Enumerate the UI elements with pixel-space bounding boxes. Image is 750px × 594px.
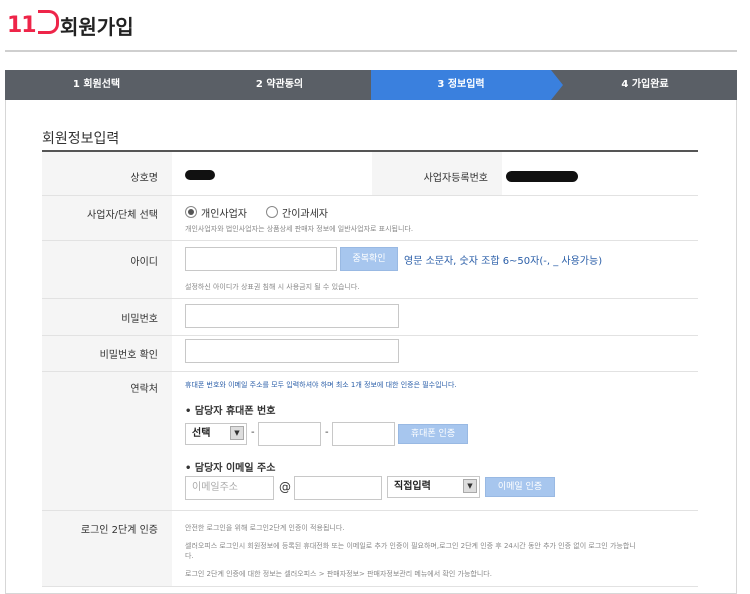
biz-number-label: 사업자등록번호 bbox=[423, 173, 488, 184]
step-3-active: 3 정보입력 bbox=[371, 70, 563, 100]
phone-prefix-value: 선택 bbox=[192, 428, 211, 439]
contact-label-cell: 연락처 bbox=[42, 372, 172, 510]
biz-type-label-cell: 사업자/단체 선택 bbox=[42, 196, 172, 240]
id-row: 아이디 중복확인 영문 소문자, 숫자 조합 6~50자(-, _ 사용가능) … bbox=[42, 241, 698, 299]
biz-type-help: 개인사업자와 법인사업자는 상품상세 판매자 정보에 일반사업자로 표시됩니다. bbox=[185, 225, 414, 233]
email-local-input[interactable]: 이메일주소 bbox=[185, 476, 274, 500]
id-input[interactable] bbox=[185, 247, 337, 271]
company-name-label-cell: 상호명 bbox=[42, 152, 172, 195]
email-domain-input[interactable] bbox=[294, 476, 382, 500]
id-hint: 영문 소문자, 숫자 조합 6~50자(-, _ 사용가능) bbox=[404, 256, 603, 267]
login2fa-help-2b: 다. bbox=[185, 552, 194, 560]
phone-dash-1: - bbox=[251, 427, 255, 438]
phone-heading: • 담당자 휴대폰 번호 bbox=[185, 406, 276, 417]
login2fa-label-cell: 로그인 2단계 인증 bbox=[42, 511, 172, 586]
page-title: 회원가입 bbox=[60, 15, 134, 39]
password-row: 비밀번호 bbox=[42, 299, 698, 336]
id-label-cell: 아이디 bbox=[42, 241, 172, 298]
step-indicator: 1 회원선택 2 약관동의 3 정보입력 4 가입완료 bbox=[5, 70, 737, 100]
step-1: 1 회원선택 bbox=[72, 79, 121, 90]
password-confirm-row: 비밀번호 확인 bbox=[42, 336, 698, 372]
id-label: 아이디 bbox=[130, 257, 158, 268]
login2fa-help-3: 로그인 2단계 인증에 대한 정보는 셀러오피스 > 판매자정보> 판매자정보관… bbox=[185, 570, 492, 578]
contact-row: 연락처 휴대폰 번호와 이메일 주소를 모두 입력하셔야 하며 최소 1개 정보… bbox=[42, 372, 698, 511]
radio-simplified-label[interactable]: 간이과세자 bbox=[282, 205, 328, 220]
logo[interactable]: 11 bbox=[7, 10, 59, 38]
biz-number-redacted bbox=[506, 171, 578, 182]
login2fa-label: 로그인 2단계 인증 bbox=[80, 525, 158, 536]
radio-individual[interactable] bbox=[185, 206, 197, 218]
biz-type-label: 사업자/단체 선택 bbox=[87, 210, 158, 221]
email-placeholder: 이메일주소 bbox=[192, 482, 238, 493]
company-name-redacted bbox=[185, 170, 215, 180]
email-domain-value: 직접입력 bbox=[394, 481, 431, 492]
company-row: 상호명 사업자등록번호 bbox=[42, 152, 698, 196]
password-confirm-label: 비밀번호 확인 bbox=[99, 350, 158, 361]
radio-individual-label[interactable]: 개인사업자 bbox=[201, 205, 247, 220]
id-help: 설정하신 아이디가 상표권 침해 시 사용금지 될 수 있습니다. bbox=[185, 283, 360, 291]
chevron-down-icon: ▼ bbox=[230, 426, 244, 440]
email-at-sign: @ bbox=[279, 480, 291, 494]
password-input[interactable] bbox=[185, 304, 399, 328]
password-label-cell: 비밀번호 bbox=[42, 299, 172, 335]
step-2: 2 약관동의 bbox=[255, 79, 304, 90]
biz-type-row: 사업자/단체 선택 개인사업자 간이과세자 개인사업자와 법인사업자는 상품상세… bbox=[42, 196, 698, 241]
phone-middle-input[interactable] bbox=[258, 422, 321, 446]
email-domain-select[interactable]: 직접입력 ▼ bbox=[387, 476, 480, 498]
login2fa-help-2: 셀러오피스 로그인시 회원정보에 등록된 휴대전화 또는 이메일로 추가 인증이… bbox=[185, 542, 636, 550]
logo-mark-icon bbox=[37, 10, 59, 34]
biz-number-label-cell: 사업자등록번호 bbox=[372, 152, 502, 195]
logo-text: 11 bbox=[7, 13, 37, 38]
password-confirm-input[interactable] bbox=[185, 339, 399, 363]
password-label: 비밀번호 bbox=[121, 314, 158, 325]
contact-help: 휴대폰 번호와 이메일 주소를 모두 입력하셔야 하며 최소 1개 정보에 대한… bbox=[185, 381, 457, 389]
login2fa-help-1: 안전한 로그인을 위해 로그인2단계 인증이 적용됩니다. bbox=[185, 524, 345, 532]
email-heading: • 담당자 이메일 주소 bbox=[185, 463, 276, 474]
header-divider bbox=[5, 50, 737, 52]
step-4: 4 가입완료 bbox=[621, 79, 669, 90]
section-title: 회원정보입력 bbox=[42, 131, 120, 147]
phone-last-input[interactable] bbox=[332, 422, 395, 446]
chevron-down-icon: ▼ bbox=[463, 479, 477, 493]
password-confirm-label-cell: 비밀번호 확인 bbox=[42, 336, 172, 371]
company-name-label: 상호명 bbox=[130, 173, 158, 184]
id-check-button[interactable]: 중복확인 bbox=[340, 247, 398, 271]
phone-prefix-select[interactable]: 선택 ▼ bbox=[185, 423, 247, 445]
phone-dash-2: - bbox=[325, 427, 329, 438]
phone-verify-button[interactable]: 휴대폰 인증 bbox=[398, 424, 468, 444]
radio-simplified[interactable] bbox=[266, 206, 278, 218]
email-verify-button[interactable]: 이메일 인증 bbox=[485, 477, 555, 497]
contact-label: 연락처 bbox=[130, 384, 158, 395]
login2fa-row: 로그인 2단계 인증 안전한 로그인을 위해 로그인2단계 인증이 적용됩니다.… bbox=[42, 511, 698, 587]
